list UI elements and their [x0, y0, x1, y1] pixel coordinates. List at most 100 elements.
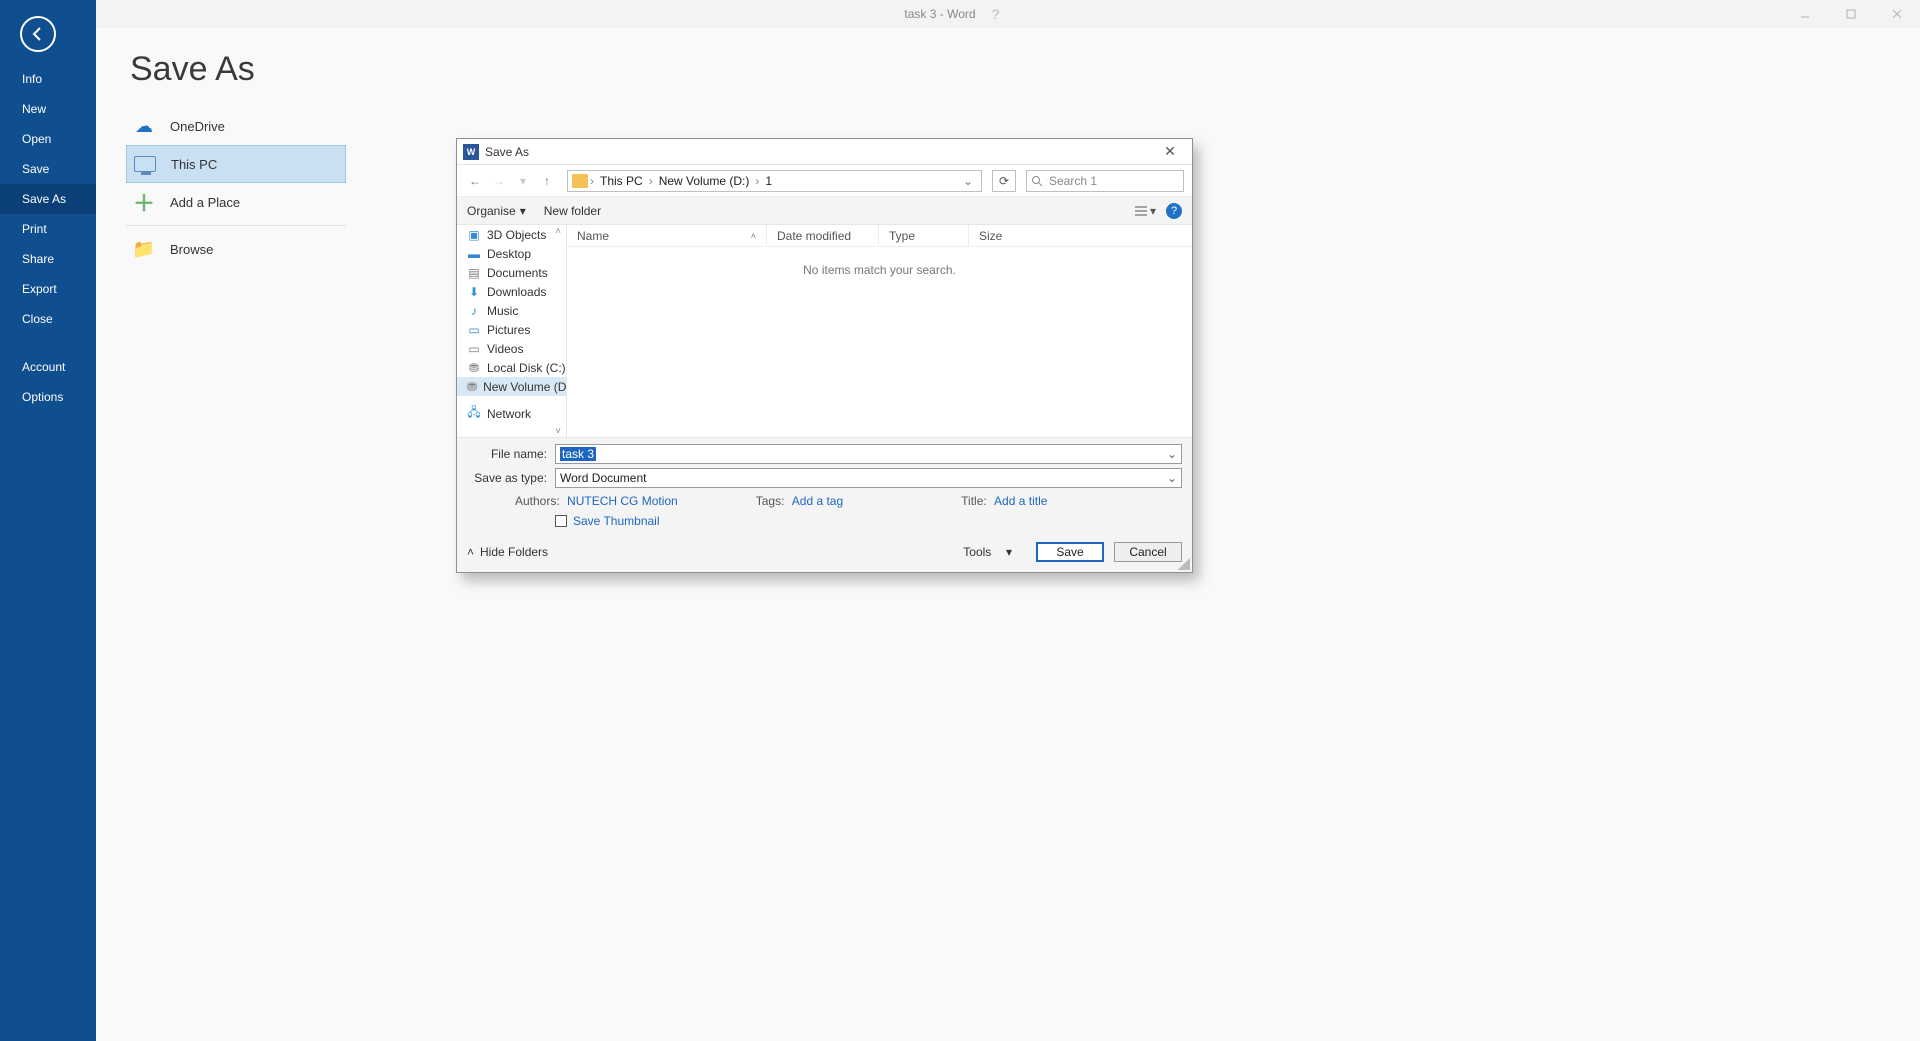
location-label: OneDrive [170, 119, 225, 134]
authors-value[interactable]: NUTECH CG Motion [567, 494, 678, 508]
location-browse[interactable]: 📁 Browse [126, 230, 346, 268]
filename-value: task 3 [560, 447, 596, 461]
close-button[interactable] [1874, 0, 1920, 28]
search-input[interactable]: Search 1 [1026, 170, 1184, 192]
title-value[interactable]: Add a title [994, 494, 1047, 508]
net-icon: 🖧 [467, 407, 481, 421]
divider [126, 225, 346, 226]
tree-node[interactable]: ⛃Local Disk (C:) [457, 358, 566, 377]
location-onedrive[interactable]: ☁ OneDrive [126, 107, 346, 145]
sort-indicator-icon: ˄ [751, 231, 756, 241]
maximize-button[interactable] [1828, 0, 1874, 28]
save-button[interactable]: Save [1036, 542, 1104, 562]
sidebar-item-open[interactable]: Open [0, 124, 96, 154]
tree-node[interactable]: ♪Music [457, 301, 566, 320]
sidebar-item-saveas[interactable]: Save As [0, 184, 96, 214]
tree-node[interactable]: ⛃New Volume (D:) [457, 377, 566, 396]
refresh-button[interactable]: ⟳ [992, 170, 1016, 192]
dialog-nav: ← → ▾ ↑ › This PC › New Volume (D:) › 1 … [457, 165, 1192, 197]
dialog-titlebar[interactable]: W Save As ✕ [457, 139, 1192, 165]
folder-tree[interactable]: ˄ ▣3D Objects▬Desktop ▤ Documents ⬇Download… [457, 225, 567, 437]
sidebar-item-print[interactable]: Print [0, 214, 96, 244]
location-addplace[interactable]: ＋ Add a Place [126, 183, 346, 221]
address-bar[interactable]: › This PC › New Volume (D:) › 1 ⌄ [567, 170, 982, 192]
tree-node-label: Documents [487, 266, 548, 280]
chevron-down-icon[interactable]: ⌄ [1167, 447, 1177, 461]
organise-button[interactable]: Organise ▾ [467, 204, 526, 218]
tree-node-label: Downloads [487, 285, 546, 299]
thumbnail-row[interactable]: Save Thumbnail [555, 514, 1182, 528]
doc-icon: ▤ [467, 266, 481, 280]
col-size[interactable]: Size [969, 225, 1029, 246]
tree-node-label: New Volume (D:) [483, 380, 567, 394]
sidebar-item-share[interactable]: Share [0, 244, 96, 274]
nav-back-button[interactable]: ← [465, 171, 485, 191]
tools-dropdown[interactable]: Tools ▾ [963, 545, 1012, 559]
sidebar-item-close[interactable]: Close [0, 304, 96, 334]
crumb-sep: › [590, 174, 594, 188]
crumb-folder[interactable]: 1 [761, 174, 776, 188]
cube-icon: ▣ [467, 228, 481, 242]
tree-node[interactable]: ▭Pictures [457, 320, 566, 339]
thumbnail-checkbox[interactable] [555, 515, 567, 527]
chevron-down-icon: ▾ [520, 204, 526, 218]
location-thispc[interactable]: This PC [126, 145, 346, 183]
column-headers[interactable]: Name˄ Date modified Type Size [567, 225, 1192, 247]
metadata-row: Authors: NUTECH CG Motion Tags: Add a ta… [515, 494, 1182, 508]
nav-recent-dropdown[interactable]: ▾ [513, 171, 533, 191]
scroll-up-icon[interactable]: ˄ [552, 225, 564, 237]
address-dropdown[interactable]: ⌄ [959, 174, 977, 188]
app-title: task 3 - Word [904, 7, 975, 21]
back-button[interactable] [20, 16, 56, 52]
hide-folders-button[interactable]: ˄ Hide Folders [467, 545, 548, 559]
nav-up-button[interactable]: ↑ [537, 171, 557, 191]
chevron-down-icon[interactable]: ⌄ [1167, 471, 1177, 485]
app-titlebar: task 3 - Word ? [0, 0, 1920, 28]
scroll-down-icon[interactable]: ˅ [552, 425, 564, 437]
tree-node[interactable]: ▣3D Objects [457, 225, 566, 244]
saveas-dialog: W Save As ✕ ← → ▾ ↑ › This PC › New Volu… [456, 138, 1193, 573]
tree-node-label: Music [487, 304, 518, 318]
help-icon[interactable]: ? [1166, 203, 1182, 219]
sidebar-item-account[interactable]: Account [0, 352, 96, 382]
tree-node[interactable]: ▬Desktop [457, 244, 566, 263]
help-button[interactable]: ? [976, 0, 1016, 28]
sidebar-item-new[interactable]: New [0, 94, 96, 124]
tree-node[interactable]: 🖧Network [457, 404, 566, 423]
newfolder-button[interactable]: New folder [544, 204, 601, 218]
page-title: Save As [130, 50, 1920, 89]
saveastype-field: Save as type: Word Document ⌄ [467, 468, 1182, 488]
filename-input[interactable]: task 3 ⌄ [555, 444, 1182, 464]
dialog-close-button[interactable]: ✕ [1154, 143, 1186, 160]
authors-label: Authors: [515, 494, 560, 508]
nav-forward-button[interactable]: → [489, 171, 509, 191]
crumb-thispc[interactable]: This PC [596, 174, 647, 188]
tree-node[interactable]: ⬇Downloads [457, 282, 566, 301]
tags-value[interactable]: Add a tag [792, 494, 843, 508]
title-label: Title: [961, 494, 987, 508]
file-pane: Name˄ Date modified Type Size No items m… [567, 225, 1192, 437]
col-name[interactable]: Name˄ [567, 225, 767, 246]
view-button[interactable]: ▾ [1134, 204, 1156, 218]
tree-node[interactable]: ▭Videos [457, 339, 566, 358]
minimize-button[interactable] [1782, 0, 1828, 28]
sidebar-item-options[interactable]: Options [0, 382, 96, 412]
empty-message: No items match your search. [567, 247, 1192, 437]
saveastype-select[interactable]: Word Document ⌄ [555, 468, 1182, 488]
filename-field: File name: task 3 ⌄ [467, 444, 1182, 464]
tree-node-label: Pictures [487, 323, 530, 337]
col-type[interactable]: Type [879, 225, 969, 246]
sidebar-item-export[interactable]: Export [0, 274, 96, 304]
dialog-title: Save As [485, 145, 529, 159]
cancel-button[interactable]: Cancel [1114, 542, 1182, 562]
folder-icon [572, 174, 588, 188]
word-icon: W [463, 144, 479, 160]
resize-grip[interactable] [1178, 558, 1190, 570]
plus-icon: ＋ [132, 190, 156, 214]
sidebar-item-info[interactable]: Info [0, 64, 96, 94]
sidebar-item-save[interactable]: Save [0, 154, 96, 184]
col-date[interactable]: Date modified [767, 225, 879, 246]
chevron-down-icon: ▾ [1006, 545, 1012, 559]
tree-node[interactable]: ▤ Documents [457, 263, 566, 282]
crumb-volume[interactable]: New Volume (D:) [655, 174, 754, 188]
